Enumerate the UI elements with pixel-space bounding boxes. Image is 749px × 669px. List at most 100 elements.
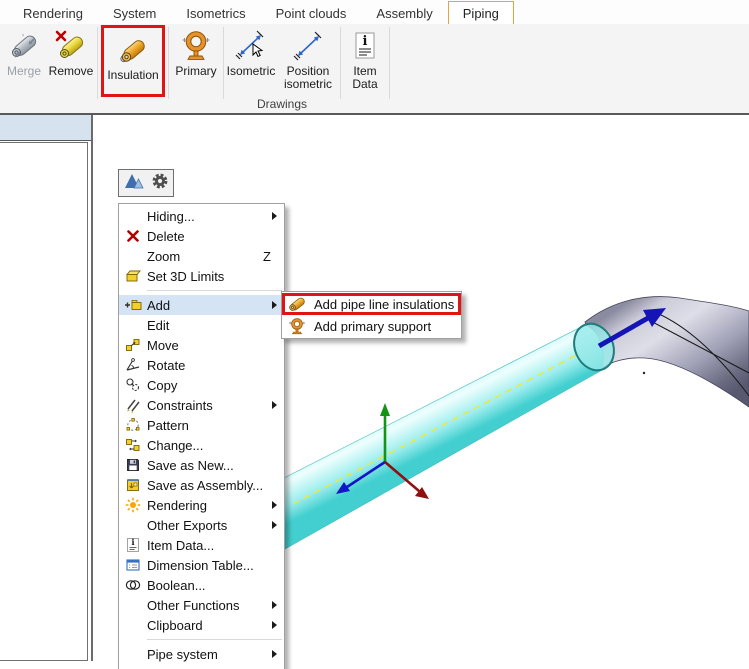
ribbon-separator bbox=[223, 27, 224, 99]
menu-item-other-functions[interactable]: Other Functions bbox=[119, 595, 284, 615]
primary-support-mini-icon bbox=[287, 317, 309, 335]
isometric-drawing-icon bbox=[234, 29, 268, 63]
submenu-arrow-icon bbox=[272, 401, 277, 409]
application-window: Rendering System Isometrics Point clouds… bbox=[0, 0, 749, 669]
item-data-doc-icon: i bbox=[122, 537, 144, 553]
menu-separator bbox=[147, 639, 282, 640]
submenu-arrow-icon bbox=[272, 601, 277, 609]
limits-box-icon bbox=[122, 268, 144, 284]
menu-item-edit[interactable]: Edit bbox=[119, 315, 284, 335]
insulation-pipe-icon bbox=[116, 33, 150, 67]
insulation-label: Insulation bbox=[107, 69, 158, 82]
menu-item-item-data[interactable]: i Item Data... bbox=[119, 535, 284, 555]
tab-point-clouds[interactable]: Point clouds bbox=[261, 1, 362, 24]
drawings-group-label: Drawings bbox=[225, 97, 339, 111]
change-icon bbox=[122, 437, 144, 453]
tab-isometrics[interactable]: Isometrics bbox=[171, 1, 260, 24]
menu-item-pattern[interactable]: Pattern bbox=[119, 415, 284, 435]
axonometric-view-icon[interactable] bbox=[123, 171, 145, 196]
menu-item-other-exports[interactable]: Other Exports bbox=[119, 515, 284, 535]
ribbon-separator bbox=[389, 27, 390, 99]
menu-item-set-3d-limits[interactable]: Set 3D Limits bbox=[119, 266, 284, 286]
menu-item-pipe-system[interactable]: Pipe system bbox=[119, 644, 284, 664]
menu-item-constraints[interactable]: Constraints bbox=[119, 395, 284, 415]
submenu-arrow-icon bbox=[272, 301, 277, 309]
position-isometric-label: Position isometric bbox=[277, 65, 339, 91]
primary-support-icon bbox=[179, 29, 213, 63]
copy-icon bbox=[122, 377, 144, 393]
delete-icon bbox=[122, 228, 144, 244]
add-icon bbox=[122, 297, 144, 313]
merge-pipe-icon bbox=[7, 29, 41, 63]
menu-separator bbox=[147, 290, 282, 291]
ribbon-separator bbox=[168, 27, 169, 99]
item-data-label: Item Data bbox=[342, 65, 388, 91]
menu-item-hiding[interactable]: Hiding... bbox=[119, 206, 284, 226]
sun-icon bbox=[122, 497, 144, 513]
zoom-shortcut: Z bbox=[263, 249, 271, 264]
boolean-circles-icon bbox=[122, 577, 144, 593]
menu-item-save-as-new[interactable]: Save as New... bbox=[119, 455, 284, 475]
svg-text:i: i bbox=[131, 537, 134, 547]
svg-text:i: i bbox=[363, 34, 368, 49]
menu-item-move[interactable]: Move bbox=[119, 335, 284, 355]
menu-item-save-as-assembly[interactable]: Save as Assembly... bbox=[119, 475, 284, 495]
left-panel-tree[interactable] bbox=[0, 142, 88, 661]
menu-item-add[interactable]: Add bbox=[119, 295, 284, 315]
menu-item-clipboard[interactable]: Clipboard bbox=[119, 615, 284, 635]
panel-canvas-divider[interactable] bbox=[91, 115, 93, 661]
pipe-segment[interactable] bbox=[278, 317, 621, 553]
rotate-icon bbox=[122, 357, 144, 373]
position-isometric-icon bbox=[291, 29, 325, 63]
menu-item-delete[interactable]: Delete bbox=[119, 226, 284, 246]
tab-piping[interactable]: Piping bbox=[448, 1, 514, 24]
remove-button[interactable]: Remove bbox=[46, 24, 96, 113]
view-mini-toolbar bbox=[118, 169, 174, 197]
isometric-label: Isometric bbox=[227, 65, 276, 78]
submenu-item-add-pipe-line-insulations[interactable]: Add pipe line insulations bbox=[282, 293, 461, 315]
submenu-arrow-icon bbox=[272, 501, 277, 509]
reference-point bbox=[643, 372, 645, 374]
add-submenu: Add pipe line insulations Add primary su… bbox=[281, 291, 462, 339]
ribbon-separator bbox=[97, 27, 98, 99]
constraints-icon bbox=[122, 397, 144, 413]
primary-label: Primary bbox=[175, 65, 216, 78]
merge-label: Merge bbox=[7, 65, 41, 78]
remove-pipe-icon bbox=[54, 29, 88, 63]
menu-item-change[interactable]: Change... bbox=[119, 435, 284, 455]
drawings-group: Isometric Position isometric Drawings bbox=[225, 24, 339, 113]
remove-label: Remove bbox=[49, 65, 94, 78]
item-data-icon: i bbox=[348, 29, 382, 63]
item-data-button[interactable]: i Item Data bbox=[342, 24, 388, 113]
submenu-arrow-icon bbox=[272, 650, 277, 658]
insulation-highlight-box: Insulation bbox=[101, 25, 165, 97]
menu-item-rotate[interactable]: Rotate bbox=[119, 355, 284, 375]
move-icon bbox=[122, 337, 144, 353]
canvas-3d-view[interactable] bbox=[0, 115, 749, 669]
pattern-icon bbox=[122, 417, 144, 433]
ribbon-tab-bar: Rendering System Isometrics Point clouds… bbox=[0, 0, 749, 24]
insulation-button[interactable]: Insulation bbox=[104, 28, 162, 94]
menu-item-dimension-table[interactable]: Dimension Table... bbox=[119, 555, 284, 575]
tab-rendering[interactable]: Rendering bbox=[8, 1, 98, 24]
tab-system[interactable]: System bbox=[98, 1, 171, 24]
submenu-item-add-primary-support[interactable]: Add primary support bbox=[282, 315, 461, 337]
context-menu: Hiding... Delete Zoom Z bbox=[118, 203, 285, 669]
primary-button[interactable]: Primary bbox=[170, 24, 222, 113]
workspace: Hiding... Delete Zoom Z bbox=[0, 115, 749, 669]
menu-item-boolean[interactable]: Boolean... bbox=[119, 575, 284, 595]
merge-button[interactable]: Merge bbox=[2, 24, 46, 113]
menu-item-rendering[interactable]: Rendering bbox=[119, 495, 284, 515]
dimension-table-icon bbox=[122, 557, 144, 573]
menu-item-copy[interactable]: Copy bbox=[119, 375, 284, 395]
left-panel-header bbox=[0, 115, 91, 141]
menu-item-zoom[interactable]: Zoom Z bbox=[119, 246, 284, 266]
settings-gear-icon[interactable] bbox=[150, 171, 170, 196]
submenu-arrow-icon bbox=[272, 521, 277, 529]
submenu-arrow-icon bbox=[272, 212, 277, 220]
tab-assembly[interactable]: Assembly bbox=[361, 1, 447, 24]
assembly-box-icon bbox=[122, 477, 144, 493]
ribbon: Merge Remove bbox=[0, 24, 749, 115]
ribbon-separator bbox=[340, 27, 341, 99]
submenu-arrow-icon bbox=[272, 621, 277, 629]
